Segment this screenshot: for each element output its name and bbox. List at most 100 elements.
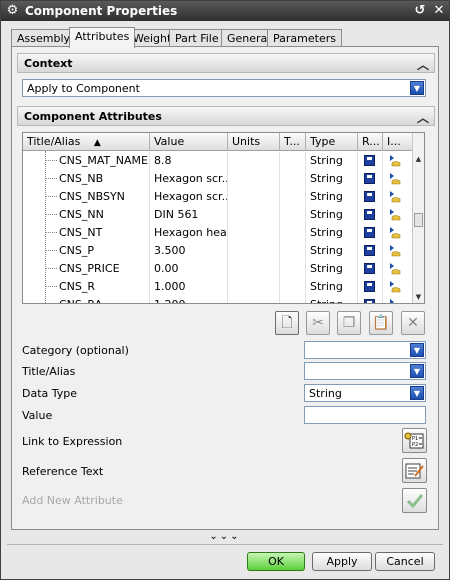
- cell-title: CNS_RA: [23, 296, 150, 303]
- context-combo[interactable]: Apply to Component ▼: [22, 79, 426, 97]
- link-to-expression-button[interactable]: P1= P2=: [402, 428, 427, 453]
- table-row[interactable]: CNS_R 1.000 String: [23, 278, 414, 296]
- table-row[interactable]: CNS_P 3.500 String: [23, 242, 414, 260]
- title-bar: ⚙ Component Properties ↺ ✕: [1, 1, 449, 21]
- reset-icon[interactable]: ↺: [412, 3, 428, 19]
- inherit-icon[interactable]: [388, 280, 402, 294]
- context-header[interactable]: Context ︿: [17, 53, 435, 73]
- chevron-up-icon[interactable]: ︿: [417, 109, 429, 126]
- table-row[interactable]: CNS_NN DIN 561 String: [23, 206, 414, 224]
- cell-value: Hexagon hea...: [150, 224, 228, 242]
- chevron-down-icon[interactable]: ▼: [410, 364, 424, 378]
- table-row[interactable]: CNS_NB Hexagon scr... String: [23, 170, 414, 188]
- cell-i: [383, 260, 414, 278]
- column-header-type[interactable]: Type: [306, 133, 358, 151]
- new-attribute-button[interactable]: 🗋: [275, 311, 299, 335]
- tab-parameters[interactable]: Parameters: [267, 29, 342, 47]
- column-header-i[interactable]: I...: [383, 133, 414, 151]
- inherit-icon[interactable]: [388, 298, 402, 304]
- cell-value: 0.00: [150, 260, 228, 278]
- cell-units: [228, 260, 280, 278]
- apply-button[interactable]: Apply: [312, 552, 372, 571]
- close-icon[interactable]: ✕: [431, 3, 447, 19]
- attributes-table: Title/Alias ▲ Value Units T... Type R...…: [22, 132, 425, 304]
- scroll-thumb[interactable]: [414, 213, 423, 227]
- paste-button[interactable]: 📋: [369, 311, 393, 335]
- category-combo[interactable]: ▼: [304, 341, 426, 359]
- chevron-down-icon[interactable]: ▼: [410, 386, 424, 400]
- tab-assembly[interactable]: Assembly: [11, 29, 77, 47]
- cell-value: DIN 561: [150, 206, 228, 224]
- cell-type: String: [306, 170, 358, 188]
- cell-units: [228, 206, 280, 224]
- cell-type: String: [306, 224, 358, 242]
- cell-r: [358, 224, 383, 242]
- save-icon[interactable]: [364, 227, 375, 238]
- inherit-icon[interactable]: [388, 172, 402, 186]
- component-properties-dialog: ⚙ Component Properties ↺ ✕ Assembly Attr…: [0, 0, 450, 580]
- svg-text:P2=: P2=: [412, 442, 422, 448]
- more-options-chevron-icon[interactable]: ⌄⌄⌄: [11, 531, 439, 543]
- title-alias-combo[interactable]: ▼: [304, 362, 426, 380]
- ok-button[interactable]: OK: [247, 552, 305, 571]
- table-row[interactable]: CNS_RA1.200 String: [23, 296, 414, 304]
- new-attribute-icon: 🗋: [281, 315, 293, 331]
- component-attributes-header[interactable]: Component Attributes ︿: [17, 106, 435, 126]
- add-new-attribute-label: Add New Attribute: [22, 494, 123, 507]
- cell-units: [228, 224, 280, 242]
- cut-button[interactable]: ✂: [306, 311, 330, 335]
- data-type-combo[interactable]: String ▼: [304, 384, 426, 402]
- tab-part-file[interactable]: Part File: [169, 29, 225, 47]
- cell-i: [383, 206, 414, 224]
- value-input[interactable]: [304, 406, 426, 424]
- table-row[interactable]: CNS_NBSYN Hexagon scr... String: [23, 188, 414, 206]
- tab-attributes[interactable]: Attributes: [69, 27, 136, 48]
- save-icon[interactable]: [364, 299, 375, 303]
- scroll-up-icon[interactable]: ▲: [413, 153, 424, 165]
- copy-button[interactable]: ❐: [337, 311, 361, 335]
- cell-units: [228, 188, 280, 206]
- cell-title: CNS_NT: [23, 224, 150, 242]
- column-header-title[interactable]: Title/Alias ▲: [23, 133, 150, 151]
- cell-units: [228, 278, 280, 296]
- cancel-button[interactable]: Cancel: [375, 552, 435, 571]
- cell-value: 1.200: [150, 296, 228, 303]
- column-header-units[interactable]: Units: [228, 133, 280, 151]
- scroll-down-icon[interactable]: ▼: [413, 291, 424, 303]
- cell-title: CNS_PRICE: [23, 260, 150, 278]
- context-header-label: Context: [24, 57, 73, 70]
- cell-type: String: [306, 206, 358, 224]
- table-row[interactable]: CNS_PRICE 0.00 String: [23, 260, 414, 278]
- delete-button[interactable]: ✕: [401, 311, 425, 335]
- inherit-icon[interactable]: [388, 244, 402, 258]
- save-icon[interactable]: [364, 245, 375, 256]
- column-header-value[interactable]: Value: [150, 133, 228, 151]
- save-icon[interactable]: [364, 281, 375, 292]
- inherit-icon[interactable]: [388, 154, 402, 168]
- inherit-icon[interactable]: [388, 208, 402, 222]
- cell-r: [358, 296, 383, 303]
- table-vertical-scrollbar[interactable]: ▲ ▼: [412, 133, 424, 303]
- add-new-attribute-button[interactable]: [402, 488, 427, 513]
- save-icon[interactable]: [364, 191, 375, 202]
- column-header-t[interactable]: T...: [280, 133, 306, 151]
- column-header-r[interactable]: R...: [358, 133, 383, 151]
- chevron-down-icon[interactable]: ▼: [410, 81, 424, 95]
- cell-title: CNS_NN: [23, 206, 150, 224]
- inherit-icon[interactable]: [388, 190, 402, 204]
- save-icon[interactable]: [364, 173, 375, 184]
- save-icon[interactable]: [364, 263, 375, 274]
- save-icon[interactable]: [364, 209, 375, 220]
- cell-r: [358, 206, 383, 224]
- save-icon[interactable]: [364, 155, 375, 166]
- sort-ascending-icon: ▲: [93, 138, 101, 148]
- inherit-icon[interactable]: [388, 262, 402, 276]
- table-row[interactable]: CNS_NTHexagon hea... String: [23, 224, 414, 242]
- inherit-icon[interactable]: [388, 226, 402, 240]
- chevron-down-icon[interactable]: ▼: [410, 343, 424, 357]
- cell-r: [358, 278, 383, 296]
- chevron-up-icon[interactable]: ︿: [417, 56, 429, 73]
- table-row[interactable]: CNS_MAT_NAME 8.8 String: [23, 152, 414, 170]
- reference-text-button[interactable]: [402, 458, 427, 483]
- cell-units: [228, 296, 280, 303]
